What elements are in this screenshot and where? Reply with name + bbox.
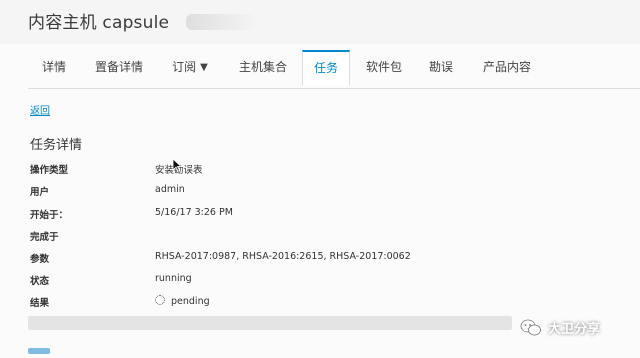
tab-details[interactable]: 详情 [32, 50, 76, 86]
field-parameters: 参数 RHSA-2017:0987, RHSA-2016:2615, RHSA-… [30, 251, 510, 269]
field-value: RHSA-2017:0987, RHSA-2016:2615, RHSA-201… [155, 251, 411, 262]
back-link[interactable]: 返回 [30, 102, 50, 117]
field-started-at: 开始于： 5/16/17 3:26 PM [30, 207, 510, 225]
field-value-wrap: pending [155, 295, 210, 307]
field-label: 状态 [30, 276, 50, 287]
watermark: 大卫分享 [520, 318, 600, 340]
tab-label: 勘误 [428, 60, 453, 74]
field-operation-type: 操作类型 安装勘误表 [30, 162, 510, 180]
field-result: 结果 pending [30, 295, 510, 313]
tab-label: 详情 [41, 60, 66, 74]
tab-label: 任务 [313, 61, 338, 75]
watermark-text: 大卫分享 [548, 322, 601, 337]
progress-bar [28, 316, 512, 330]
mouse-cursor-icon [172, 158, 182, 172]
next-section-fragment [28, 348, 50, 354]
tab-label: 置备详情 [94, 60, 143, 74]
field-finished-at: 完成于 [30, 229, 510, 247]
wechat-icon [520, 319, 541, 336]
tab-provisioning-details[interactable]: 置备详情 [84, 50, 154, 86]
page-title: 内容主机 capsule [28, 13, 170, 33]
tab-label: 产品内容 [482, 60, 531, 74]
field-state: 状态 running [30, 273, 510, 291]
field-label: 参数 [30, 254, 50, 265]
tab-errata[interactable]: 勘误 [420, 50, 462, 86]
field-user: 用户 admin [30, 184, 510, 202]
section-title: 任务详情 [30, 138, 83, 153]
field-label: 结果 [30, 298, 50, 309]
field-label: 完成于 [30, 232, 59, 243]
redacted-area [186, 14, 256, 30]
chevron-down-icon: ▼ [200, 62, 208, 73]
field-value: running [155, 273, 192, 284]
field-value: admin [155, 184, 185, 195]
tab-packages[interactable]: 软件包 [358, 50, 410, 86]
tab-host-collections[interactable]: 主机集合 [230, 50, 296, 86]
field-value: 5/16/17 3:26 PM [155, 207, 233, 218]
tab-product-content[interactable]: 产品内容 [472, 50, 542, 86]
tab-subscriptions[interactable]: 订阅 ▼ [162, 50, 218, 86]
tab-label: 订阅 [172, 60, 197, 74]
field-value: pending [171, 296, 210, 307]
tab-tasks[interactable]: 任务 [302, 50, 350, 86]
field-label: 开始于： [30, 210, 69, 221]
field-label: 操作类型 [30, 165, 69, 176]
page: 内容主机 capsule 详情 置备详情 订阅 ▼ 主机集合 任务 软件包 勘误 … [0, 0, 640, 358]
field-label: 用户 [30, 187, 50, 198]
tab-label: 主机集合 [238, 60, 287, 74]
tab-label: 软件包 [365, 60, 402, 74]
tab-bar: 详情 置备详情 订阅 ▼ 主机集合 任务 软件包 勘误 产品内容 [28, 50, 640, 89]
title-bar: 内容主机 capsule [0, 0, 640, 44]
spinner-icon [155, 295, 165, 305]
